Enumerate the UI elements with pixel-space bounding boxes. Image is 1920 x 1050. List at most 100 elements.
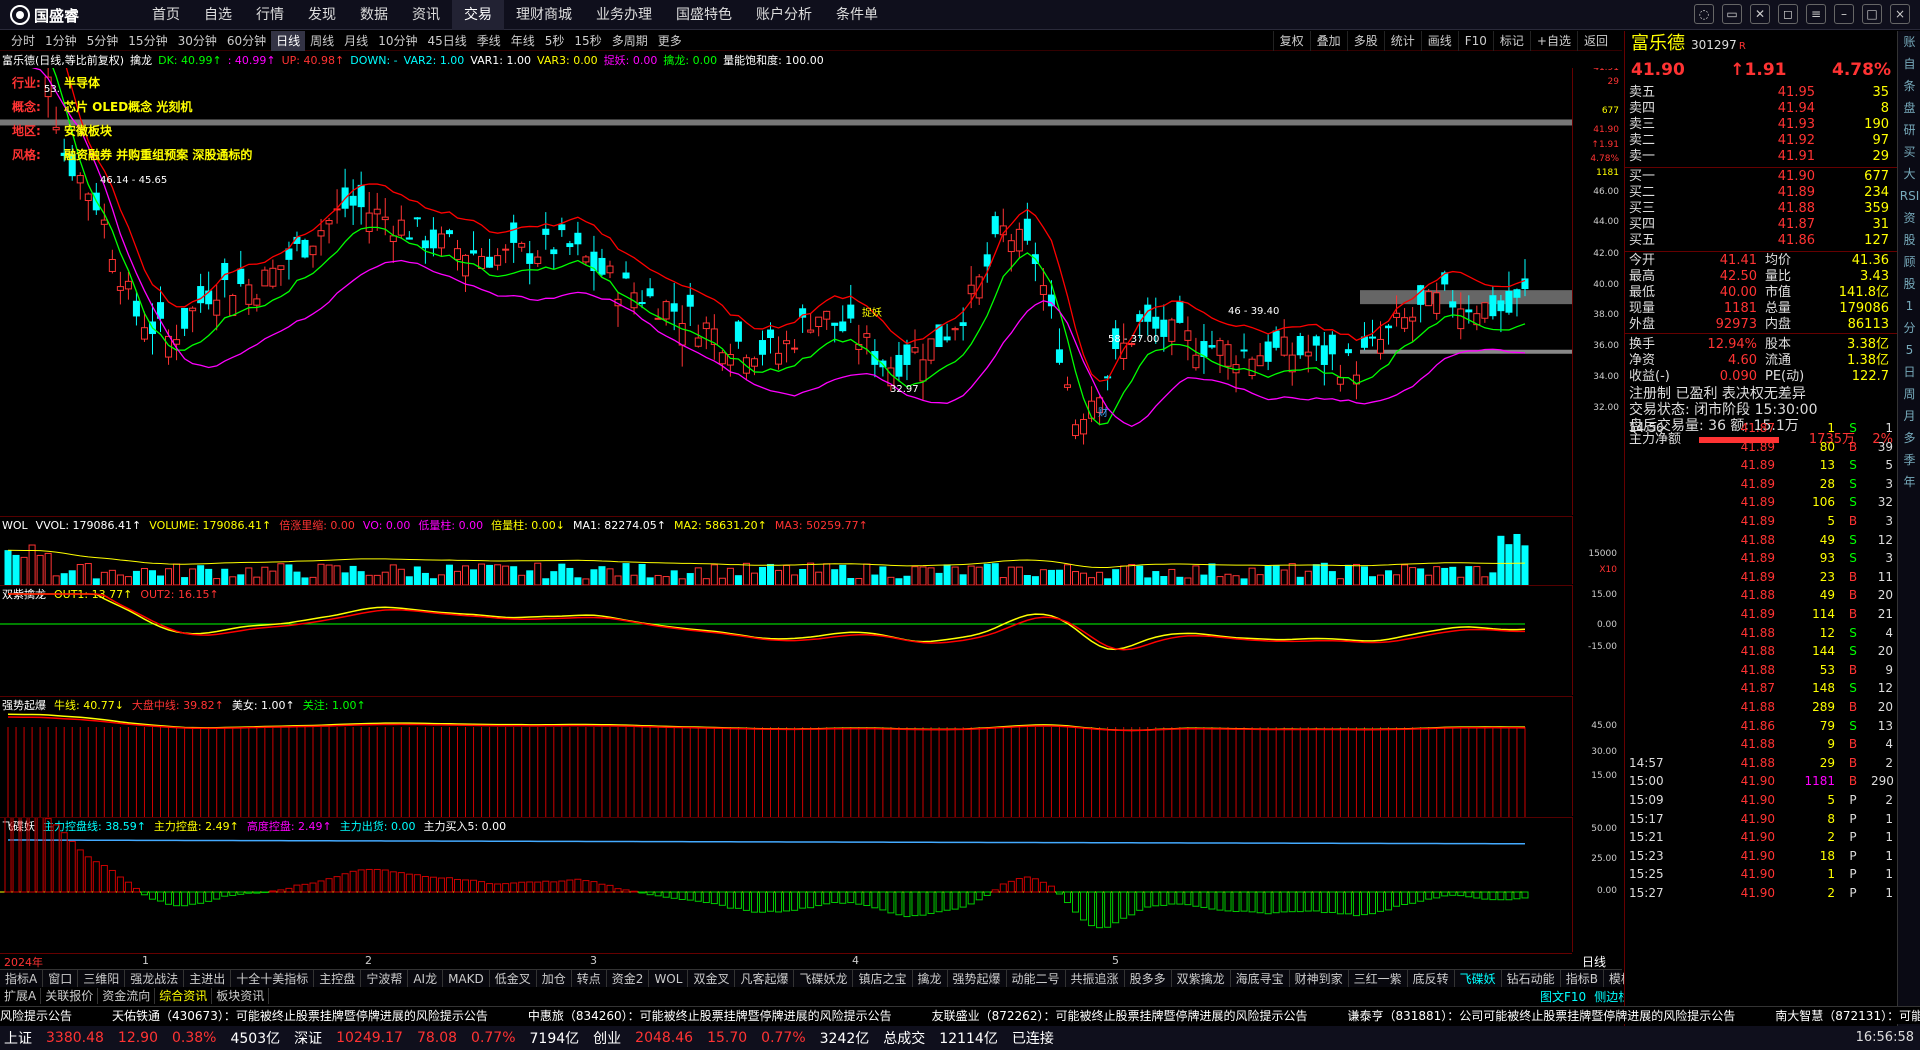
period-tab[interactable]: 5秒 (540, 31, 570, 51)
tool-icon[interactable]: ✕ (1750, 4, 1770, 24)
side-button[interactable]: 账 (1898, 31, 1920, 53)
side-button[interactable]: 5 (1898, 339, 1920, 361)
side-button[interactable]: 1 (1898, 295, 1920, 317)
period-tab[interactable]: 15秒 (569, 31, 606, 51)
menu-item[interactable]: 条件单 (824, 0, 890, 30)
close-icon[interactable]: × (1890, 4, 1910, 24)
indicator-tab[interactable]: 动能二号 (1007, 970, 1066, 987)
menu-item[interactable]: 数据 (348, 0, 400, 30)
side-button[interactable]: 股 (1898, 229, 1920, 251)
indicator-tab[interactable]: 指标B (1561, 970, 1604, 987)
dragon-indicator-panel[interactable]: 双紫擒龙 OUT1: 13.77↑ OUT2: 16.15↑ (0, 585, 1572, 695)
indicator-tab[interactable]: 底反转 (1408, 970, 1455, 987)
side-button[interactable]: 月 (1898, 405, 1920, 427)
menu-item[interactable]: 发现 (296, 0, 348, 30)
indicator-tab[interactable]: AI龙 (408, 970, 444, 987)
menu-item[interactable]: 理财商城 (504, 0, 584, 30)
ufo-indicator-panel[interactable]: 飞碟妖 主力控盘线: 38.59↑ 主力控盘: 2.49↑ 高度控盘: 2.49↑ 主力… (0, 817, 1572, 952)
indicator-tab[interactable]: 共振追涨 (1066, 970, 1125, 987)
indicator-tab[interactable]: 强势起爆 (948, 970, 1007, 987)
menu-item[interactable]: 资讯 (400, 0, 452, 30)
period-tab[interactable]: 10分钟 (373, 31, 422, 51)
minimize-icon[interactable]: – (1834, 4, 1854, 24)
info-tab[interactable]: 资金流向 (98, 988, 156, 1004)
side-button[interactable]: 买 (1898, 141, 1920, 163)
period-tab[interactable]: 日线 (271, 31, 306, 51)
period-tab[interactable]: 月线 (339, 31, 373, 51)
side-button[interactable]: 日 (1898, 361, 1920, 383)
period-tab[interactable]: 多周期 (607, 31, 653, 51)
indicator-tab[interactable]: 双金叉 (688, 970, 736, 987)
indicator-tab[interactable]: 镇店之宝 (853, 970, 913, 987)
side-button[interactable]: 股 (1898, 273, 1920, 295)
period-tab[interactable]: 5分钟 (82, 31, 124, 51)
menu-item[interactable]: 国盛特色 (664, 0, 744, 30)
period-tab[interactable]: 15分钟 (123, 31, 172, 51)
news-item[interactable]: 风险提示公告 (0, 1009, 72, 1023)
chart-tool-button[interactable]: F10 (1457, 31, 1493, 51)
side-button[interactable]: RSI (1898, 185, 1920, 207)
indicator-tab[interactable]: 宁波帮 (361, 970, 409, 987)
chat-icon[interactable]: ◌ (1694, 4, 1714, 24)
side-button[interactable]: 自 (1898, 53, 1920, 75)
indicator-tab[interactable]: MAKD (443, 970, 490, 987)
indicator-tab[interactable]: 加仓 (537, 970, 572, 987)
indicator-tab[interactable]: 财神到家 (1290, 970, 1349, 987)
period-tab[interactable]: 1分钟 (40, 31, 82, 51)
indicator-tab[interactable]: 飞碟妖龙 (794, 970, 854, 987)
indicator-tab[interactable]: 资金2 (607, 970, 650, 987)
indicator-tab[interactable]: 强龙战法 (125, 970, 185, 987)
side-button[interactable]: 条 (1898, 75, 1920, 97)
news-item[interactable]: 谦泰亨（831881）：公司可能被终止股票挂牌暨停牌进展的风险提示公告 (1347, 1009, 1735, 1023)
period-tab[interactable]: 分时 (6, 31, 40, 51)
menu-item[interactable]: 交易 (452, 0, 504, 30)
side-button[interactable]: 周 (1898, 383, 1920, 405)
news-item[interactable]: 天佑铁通（430673）：可能被终止股票挂牌暨停牌进展的风险提示公告 (112, 1009, 488, 1023)
chart-tool-button[interactable]: 叠加 (1309, 31, 1347, 51)
indicator-tab[interactable]: 股多多 (1125, 970, 1172, 987)
side-button[interactable]: 分 (1898, 317, 1920, 339)
indicator-tab[interactable]: 擒龙 (913, 970, 948, 987)
indicator-tab[interactable]: 凡客起爆 (735, 970, 795, 987)
period-tab[interactable]: 30分钟 (173, 31, 222, 51)
chart-tool-button[interactable]: 返回 (1576, 31, 1614, 51)
period-tab[interactable]: 更多 (653, 31, 687, 51)
indicator-tab[interactable]: 三维阳 (78, 970, 126, 987)
menu-icon[interactable]: ≡ (1806, 4, 1826, 24)
news-item[interactable]: 友联盛业（872262）：可能被终止股票挂牌暨停牌进展的风险提示公告 (932, 1009, 1308, 1023)
indicator-tab[interactable]: 十全十美指标 (231, 970, 315, 987)
volume-panel[interactable]: WOL VVOL: 179086.41↑ VOLUME: 179086.41↑ 倍涨里… (0, 516, 1572, 585)
info-tab[interactable]: 扩展A (0, 988, 42, 1004)
side-link[interactable]: 图文F10 (1540, 988, 1586, 1004)
side-button[interactable]: 年 (1898, 471, 1920, 493)
menu-item[interactable]: 账户分析 (744, 0, 824, 30)
info-tab[interactable]: 综合资讯 (155, 988, 213, 1004)
chart-tool-button[interactable]: +自选 (1529, 31, 1577, 51)
chart-tool-button[interactable]: 复权 (1272, 31, 1310, 51)
side-button[interactable]: 大 (1898, 163, 1920, 185)
side-button[interactable]: 研 (1898, 119, 1920, 141)
message-icon[interactable]: ▭ (1722, 4, 1742, 24)
period-tab[interactable]: 60分钟 (222, 31, 271, 51)
indicator-tab[interactable]: 主控盘 (314, 970, 362, 987)
indicator-tab[interactable]: 海底寻宝 (1231, 970, 1290, 987)
maximize-icon[interactable]: □ (1862, 4, 1882, 24)
chart-tool-button[interactable]: 画线 (1420, 31, 1458, 51)
indicator-tab[interactable]: 主进出 (184, 970, 232, 987)
side-button[interactable]: 季 (1898, 449, 1920, 471)
indicator-tab[interactable]: 三红一紫 (1349, 970, 1408, 987)
side-button[interactable]: 盘 (1898, 97, 1920, 119)
indicator-tab[interactable]: 双紫擒龙 (1172, 970, 1231, 987)
side-button[interactable]: 顾 (1898, 251, 1920, 273)
menu-item[interactable]: 自选 (192, 0, 244, 30)
menu-item[interactable]: 业务办理 (584, 0, 664, 30)
chart-tool-button[interactable]: 标记 (1492, 31, 1530, 51)
chart-tool-button[interactable]: 多股 (1346, 31, 1384, 51)
side-button[interactable]: 多 (1898, 427, 1920, 449)
info-tab[interactable]: 关联报价 (41, 988, 99, 1004)
indicator-tab[interactable]: 低金叉 (490, 970, 537, 987)
menu-item[interactable]: 首页 (140, 0, 192, 30)
tick-list[interactable]: 14:56 41.87 1 S 1 41.89 80 B 39 41.89 13 S 5 41.89 28 S… (1625, 419, 1897, 1025)
indicator-tab[interactable]: 窗口 (43, 970, 79, 987)
period-tab[interactable]: 周线 (305, 31, 339, 51)
